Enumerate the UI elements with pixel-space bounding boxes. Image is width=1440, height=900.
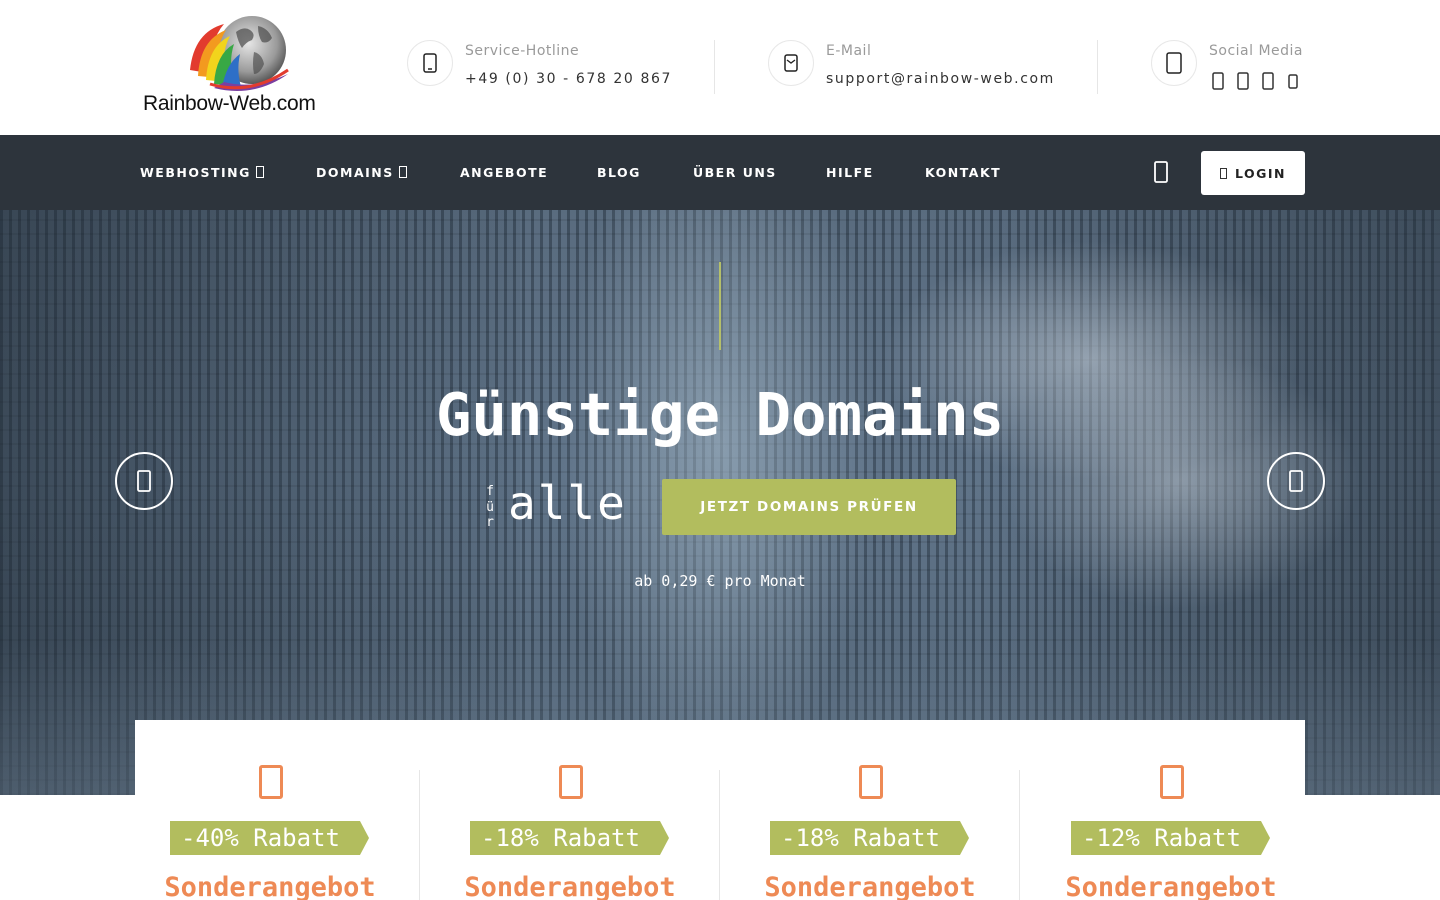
slider-next-button[interactable] bbox=[1267, 452, 1325, 510]
discount-badge: -18% Rabatt bbox=[770, 821, 969, 855]
offer-icon bbox=[259, 765, 283, 799]
arrow-left-icon bbox=[137, 470, 151, 492]
search-button[interactable] bbox=[1148, 159, 1174, 185]
nav-item-blog[interactable]: BLOG bbox=[597, 165, 641, 180]
main-navigation: WEBHOSTING DOMAINS ANGEBOTE BLOG ÜBER UN… bbox=[0, 135, 1440, 210]
check-domains-button[interactable]: JETZT DOMAINS PRÜFEN bbox=[662, 479, 956, 535]
header-divider bbox=[714, 40, 715, 94]
offer-title: Sonderangebot bbox=[464, 872, 676, 900]
discount-badge: -40% Rabatt bbox=[170, 821, 369, 855]
nav-item-label: ÜBER UNS bbox=[693, 165, 777, 180]
offer-card[interactable]: -18% Rabatt Sonderangebot bbox=[735, 720, 1035, 900]
offer-icon bbox=[859, 765, 883, 799]
header-divider bbox=[1097, 40, 1098, 94]
email-label: E-Mail bbox=[826, 43, 872, 59]
slider-prev-button[interactable] bbox=[115, 452, 173, 510]
nav-item-ueber-uns[interactable]: ÜBER UNS bbox=[693, 165, 777, 180]
site-logo[interactable]: Rainbow-Web.com bbox=[140, 12, 330, 120]
linkedin-icon[interactable] bbox=[1284, 70, 1301, 92]
nav-item-label: HILFE bbox=[826, 165, 874, 180]
hero-accent-line bbox=[719, 262, 721, 350]
offer-divider bbox=[1019, 770, 1020, 900]
hero-title: Günstige Domains bbox=[435, 380, 1005, 449]
offer-icon bbox=[1160, 765, 1184, 799]
social-media: Social Media bbox=[1151, 38, 1311, 98]
facebook-icon[interactable] bbox=[1209, 70, 1226, 92]
hero-slider: Günstige Domains fürfür alle JETZT DOMAI… bbox=[0, 210, 1440, 795]
offer-card[interactable]: -12% Rabatt Sonderangebot bbox=[1036, 720, 1336, 900]
login-button[interactable]: LOGIN bbox=[1201, 151, 1305, 195]
arrow-right-icon bbox=[1289, 470, 1303, 492]
envelope-icon bbox=[768, 40, 814, 86]
top-header: Rainbow-Web.com Service-Hotline +49 (0) … bbox=[0, 0, 1440, 135]
login-label: LOGIN bbox=[1234, 165, 1287, 181]
nav-item-label: ANGEBOTE bbox=[460, 165, 549, 180]
nav-item-label: DOMAINS bbox=[316, 165, 394, 180]
offer-divider bbox=[419, 770, 420, 900]
offer-icon bbox=[559, 765, 583, 799]
discount-badge: -18% Rabatt bbox=[470, 821, 669, 855]
share-icon bbox=[1151, 40, 1197, 86]
chevron-down-icon bbox=[255, 166, 264, 178]
hotline-label: Service-Hotline bbox=[465, 43, 580, 59]
offer-title: Sonderangebot bbox=[164, 872, 376, 900]
hero-small-word: fürfür bbox=[486, 484, 494, 530]
hotline-number[interactable]: +49 (0) 30 - 678 20 867 bbox=[465, 71, 672, 87]
hero-big-word: alle bbox=[508, 476, 627, 530]
nav-item-kontakt[interactable]: KONTAKT bbox=[925, 165, 1001, 180]
email-address[interactable]: support@rainbow-web.com bbox=[826, 71, 1055, 87]
nav-item-hilfe[interactable]: HILFE bbox=[826, 165, 874, 180]
offer-card[interactable]: -18% Rabatt Sonderangebot bbox=[435, 720, 735, 900]
logo-text: Rainbow-Web.com bbox=[143, 92, 316, 115]
offer-divider bbox=[719, 770, 720, 900]
nav-item-label: BLOG bbox=[597, 165, 641, 180]
offer-card[interactable]: -40% Rabatt Sonderangebot bbox=[135, 720, 435, 900]
google-plus-icon[interactable] bbox=[1259, 70, 1276, 92]
service-hotline: Service-Hotline +49 (0) 30 - 678 20 867 bbox=[407, 38, 697, 98]
nav-item-webhosting[interactable]: WEBHOSTING bbox=[140, 165, 264, 180]
user-icon bbox=[1219, 167, 1227, 179]
chevron-down-icon bbox=[398, 166, 407, 178]
email-contact: E-Mail support@rainbow-web.com bbox=[768, 38, 1078, 98]
social-label: Social Media bbox=[1209, 43, 1304, 59]
special-offers: -40% Rabatt Sonderangebot -18% Rabatt So… bbox=[135, 720, 1305, 900]
nav-item-domains[interactable]: DOMAINS bbox=[316, 165, 407, 180]
nav-item-angebote[interactable]: ANGEBOTE bbox=[460, 165, 548, 180]
logo-globe-icon bbox=[190, 16, 289, 91]
twitter-icon[interactable] bbox=[1234, 70, 1251, 92]
offer-title: Sonderangebot bbox=[764, 872, 976, 900]
hero-price-note: ab 0,29 € pro Monat bbox=[634, 572, 806, 590]
phone-icon bbox=[407, 40, 453, 86]
offer-title: Sonderangebot bbox=[1065, 872, 1277, 900]
nav-item-label: KONTAKT bbox=[925, 165, 1002, 180]
discount-badge: -12% Rabatt bbox=[1071, 821, 1270, 855]
social-icons bbox=[1209, 70, 1301, 92]
nav-item-label: WEBHOSTING bbox=[140, 165, 251, 180]
search-icon bbox=[1154, 161, 1168, 183]
